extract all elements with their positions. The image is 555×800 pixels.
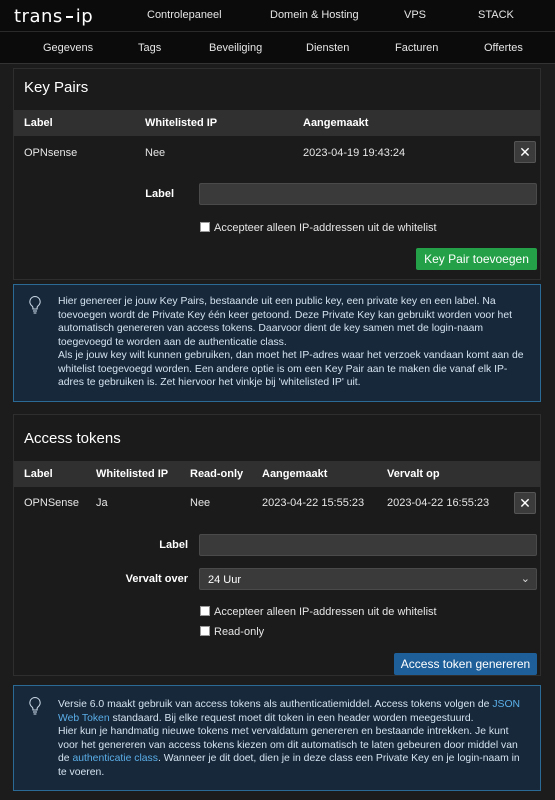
access-tokens-info-text: Versie 6.0 maakt gebruik van access toke… [58,698,528,779]
subnav-beveiliging[interactable]: Beveiliging [209,42,262,54]
col-aangemaakt: Aangemaakt [262,468,328,480]
token-created: 2023-04-22 15:55:23 [262,497,365,509]
col-aangemaakt: Aangemaakt [303,117,369,129]
key-pairs-info-paragraph: Als je jouw key wilt kunnen gebruiken, d… [58,350,524,388]
logo-text-right: ip [75,6,94,27]
token-label-input[interactable] [199,534,537,556]
token-readonly-checkbox[interactable] [200,626,210,636]
col-vervalt-op: Vervalt op [387,468,440,480]
token-readonly: Nee [190,497,211,509]
access-tokens-info-box: Versie 6.0 maakt gebruik van access toke… [13,685,541,791]
access-tokens-table-header: Label Whitelisted IP Read-only Aangemaak… [14,461,540,487]
key-pair-whitelisted: Nee [145,147,166,159]
token-whitelisted: Ja [96,497,108,509]
access-tokens-info-paragraph: Versie 6.0 maakt gebruik van access toke… [58,698,528,725]
add-key-pair-button[interactable]: Key Pair toevoegen [416,248,537,270]
subnav-offertes[interactable]: Offertes [484,42,523,54]
col-label: Label [24,117,53,129]
token-whitelist-checkbox[interactable] [200,606,210,616]
key-pairs-info-box: Hier genereer je jouw Key Pairs, bestaan… [13,284,541,402]
top-navbar: trans ip Controlepaneel Domein & Hosting … [0,0,555,32]
key-pair-whitelist-option[interactable]: Accepteer alleen IP-addressen uit de whi… [200,222,437,234]
token-label: OPNSense [24,497,80,509]
topnav-domein-hosting[interactable]: Domein & Hosting [270,9,359,21]
access-tokens-info-paragraph: Hier kun je handmatig nieuwe tokens met … [58,725,528,779]
key-pair-label-input[interactable] [199,183,537,205]
access-tokens-title: Access tokens [24,430,121,447]
key-pairs-table-header: Label Whitelisted IP Aangemaakt [14,110,540,136]
key-pair-created: 2023-04-19 19:43:24 [303,147,406,159]
col-whitelisted-ip: Whitelisted IP [96,468,169,480]
close-icon: ✕ [519,495,531,511]
topnav-vps[interactable]: VPS [404,9,426,21]
expires-field-label: Vervalt over [125,573,188,585]
key-pairs-info-text: Hier genereer je jouw Key Pairs, bestaan… [58,295,528,390]
token-whitelist-checkbox-label: Accepteer alleen IP-addressen uit de whi… [214,606,437,618]
col-whitelisted-ip: Whitelisted IP [145,117,218,129]
sub-navbar: Gegevens Tags Beveiliging Diensten Factu… [0,32,555,64]
authenticatie-class-link[interactable]: authenticatie class [72,753,157,764]
col-read-only: Read-only [190,468,244,480]
col-label: Label [24,468,53,480]
info-text-segment: Versie 6.0 maakt gebruik van access toke… [58,699,493,710]
expires-selected-value: 24 Uur [208,574,242,586]
key-pairs-panel: Key Pairs Label Whitelisted IP Aangemaak… [13,68,541,280]
token-readonly-checkbox-label: Read-only [214,626,265,638]
delete-key-pair-button[interactable]: ✕ [514,141,536,163]
topnav-stack[interactable]: STACK [478,9,514,21]
subnav-tags[interactable]: Tags [138,42,161,54]
subnav-gegevens[interactable]: Gegevens [43,42,93,54]
key-pairs-title: Key Pairs [24,79,89,96]
key-pair-whitelist-checkbox-label: Accepteer alleen IP-addressen uit de whi… [214,222,437,234]
info-text-segment: standaard. Bij elke request moet dit tok… [109,712,474,724]
token-expires: 2023-04-22 16:55:23 [387,497,490,509]
close-icon: ✕ [519,144,531,160]
token-readonly-option[interactable]: Read-only [200,626,264,638]
key-pair-whitelist-checkbox[interactable] [200,222,210,232]
access-tokens-panel: Access tokens Label Whitelisted IP Read-… [13,414,541,676]
subnav-facturen[interactable]: Facturen [395,42,438,54]
chevron-down-icon: ⌄ [520,573,530,585]
token-label-field-label: Label [159,539,188,551]
generate-access-token-button[interactable]: Access token genereren [394,653,537,675]
key-pairs-info-paragraph: Hier genereer je jouw Key Pairs, bestaan… [58,296,512,348]
key-pair-label: OPNsense [24,147,78,159]
topnav-controlepaneel[interactable]: Controlepaneel [147,9,222,21]
key-pair-label-field-label: Label [145,188,174,200]
logo-text-left: trans [14,6,63,27]
expires-select[interactable]: 24 Uur ⌄ [199,568,537,590]
token-whitelist-option[interactable]: Accepteer alleen IP-addressen uit de whi… [200,606,437,618]
subnav-diensten[interactable]: Diensten [306,42,349,54]
lightbulb-icon [29,696,41,715]
transip-logo[interactable]: trans ip [14,6,93,27]
revoke-token-button[interactable]: ✕ [514,492,536,514]
lightbulb-icon [29,295,41,314]
